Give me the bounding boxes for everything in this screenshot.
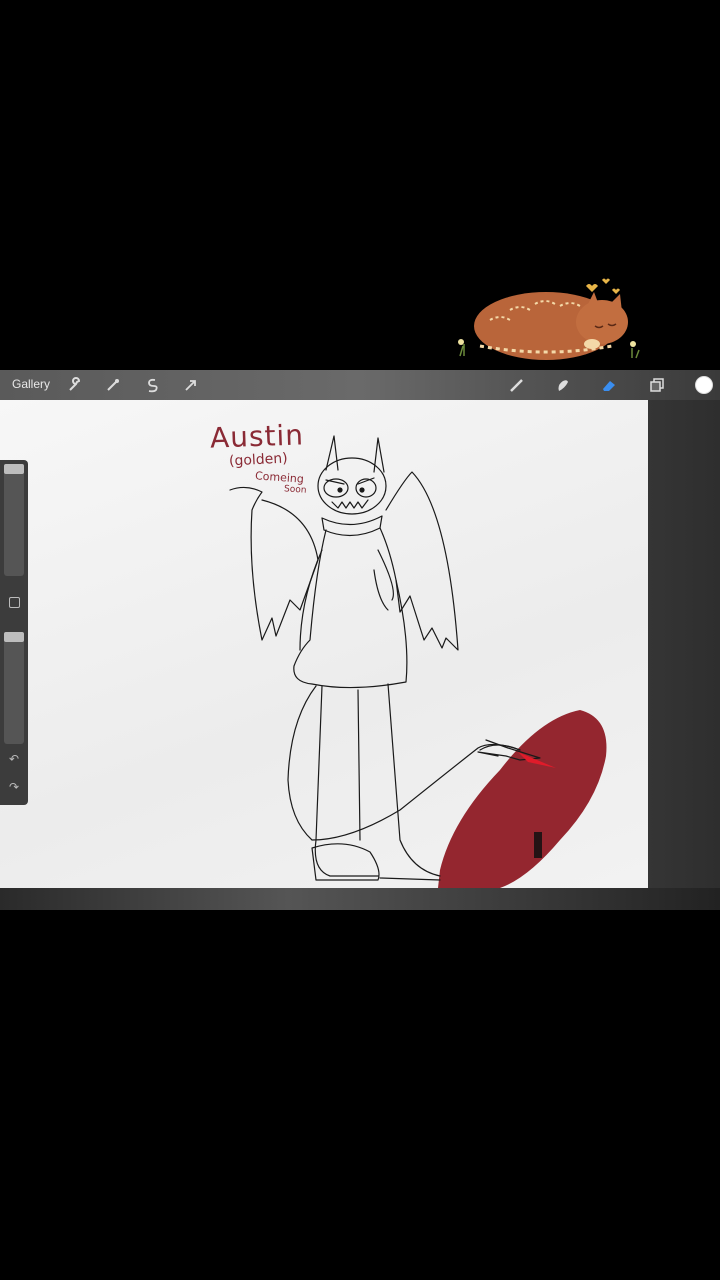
note-subtitle: (golden) — [228, 450, 289, 470]
layers-icon[interactable] — [648, 376, 666, 394]
note-line-soon: Soon — [283, 484, 307, 496]
gallery-button[interactable]: Gallery — [12, 377, 50, 391]
redo-icon[interactable]: ↷ — [6, 780, 22, 794]
modify-button[interactable] — [9, 597, 20, 608]
brush-size-slider[interactable] — [4, 464, 24, 576]
brush-icon[interactable] — [508, 376, 526, 394]
transform-arrow-icon[interactable] — [182, 376, 200, 394]
bottom-frame — [0, 888, 720, 910]
smudge-icon[interactable] — [554, 376, 572, 394]
brush-size-thumb[interactable] — [4, 464, 24, 474]
color-picker-swatch[interactable] — [695, 376, 713, 394]
opacity-thumb[interactable] — [4, 632, 24, 642]
eraser-icon[interactable] — [600, 376, 618, 394]
character-lineart — [229, 435, 607, 888]
wrench-icon[interactable] — [66, 376, 84, 394]
opacity-slider[interactable] — [4, 632, 24, 744]
selection-icon[interactable] — [143, 376, 161, 394]
top-toolbar: Gallery — [0, 370, 720, 400]
drawing-canvas[interactable]: Austin (golden) Comeing Soon ↶ ↷ — [0, 400, 648, 888]
undo-icon[interactable]: ↶ — [6, 752, 22, 766]
note-title: Austin — [209, 418, 305, 455]
sleeping-cat-sticker — [450, 276, 650, 368]
left-sidebar: ↶ ↷ — [0, 460, 28, 805]
magic-wand-icon[interactable] — [104, 376, 122, 394]
procreate-app: Gallery Austin (golden) Comeing Soon ↶ ↷ — [0, 370, 720, 910]
